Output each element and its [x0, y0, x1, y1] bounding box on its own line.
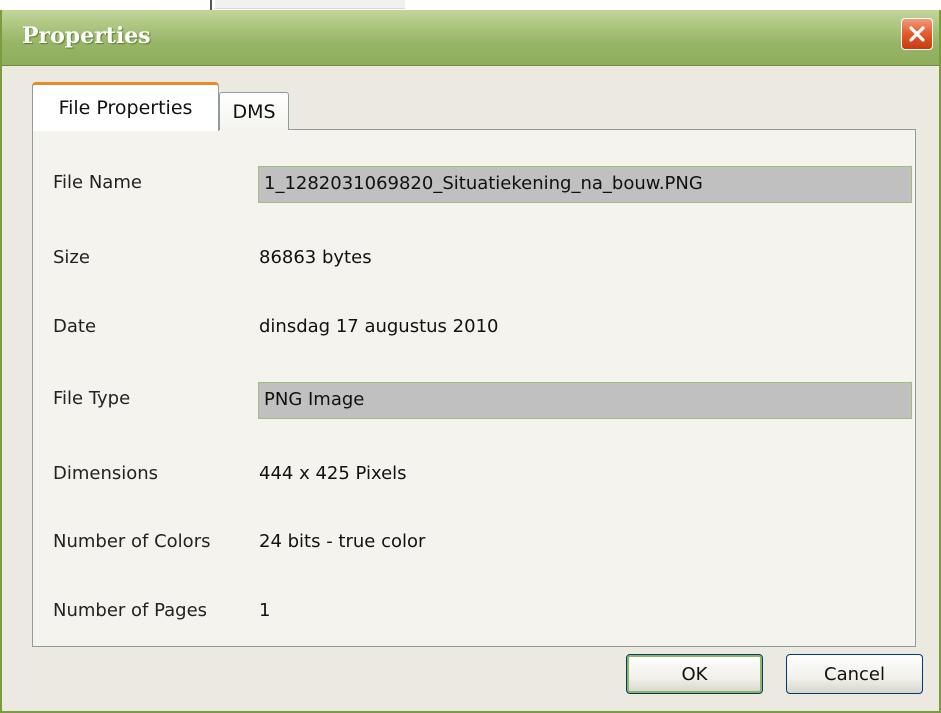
tab-dms[interactable]: DMS [219, 92, 289, 130]
cancel-button[interactable]: Cancel [786, 654, 923, 694]
dimensions-label: Dimensions [53, 463, 159, 484]
date-value: dinsdag 17 augustus 2010 [259, 316, 499, 337]
property-row-file-type: File Type PNG Image [33, 382, 915, 419]
property-row-colors: Number of Colors 24 bits - true color [33, 525, 915, 559]
colors-label: Number of Colors [53, 531, 211, 552]
property-row-size: Size 86863 bytes [33, 241, 915, 275]
pages-label: Number of Pages [53, 600, 208, 621]
file-properties-panel: File Name 1_1282031069820_Situatiekening… [32, 129, 916, 647]
colors-value: 24 bits - true color [259, 531, 426, 552]
dialog-title: Properties [22, 23, 151, 49]
tab-file-properties[interactable]: File Properties [32, 82, 219, 131]
size-value: 86863 bytes [259, 247, 372, 268]
size-label: Size [53, 247, 90, 268]
ok-button[interactable]: OK [626, 654, 763, 694]
file-type-label: File Type [53, 388, 131, 409]
property-row-pages: Number of Pages 1 [33, 594, 915, 628]
close-button[interactable] [901, 18, 933, 50]
file-type-field[interactable]: PNG Image [258, 382, 912, 419]
title-bar[interactable]: Properties [2, 10, 939, 66]
date-label: Date [53, 316, 97, 337]
dimensions-value: 444 x 425 Pixels [259, 463, 407, 484]
file-name-field[interactable]: 1_1282031069820_Situatiekening_na_bouw.P… [258, 166, 912, 203]
property-row-date: Date dinsdag 17 augustus 2010 [33, 310, 915, 344]
pages-value: 1 [259, 600, 271, 621]
desktop-fragment [215, 0, 405, 9]
property-row-file-name: File Name 1_1282031069820_Situatiekening… [33, 166, 915, 203]
properties-dialog: Properties File Properties DMS File Name… [0, 10, 941, 713]
file-name-label: File Name [53, 172, 142, 193]
property-row-dimensions: Dimensions 444 x 425 Pixels [33, 457, 915, 491]
desktop-fragment-divider [210, 0, 212, 10]
close-icon [909, 26, 925, 42]
